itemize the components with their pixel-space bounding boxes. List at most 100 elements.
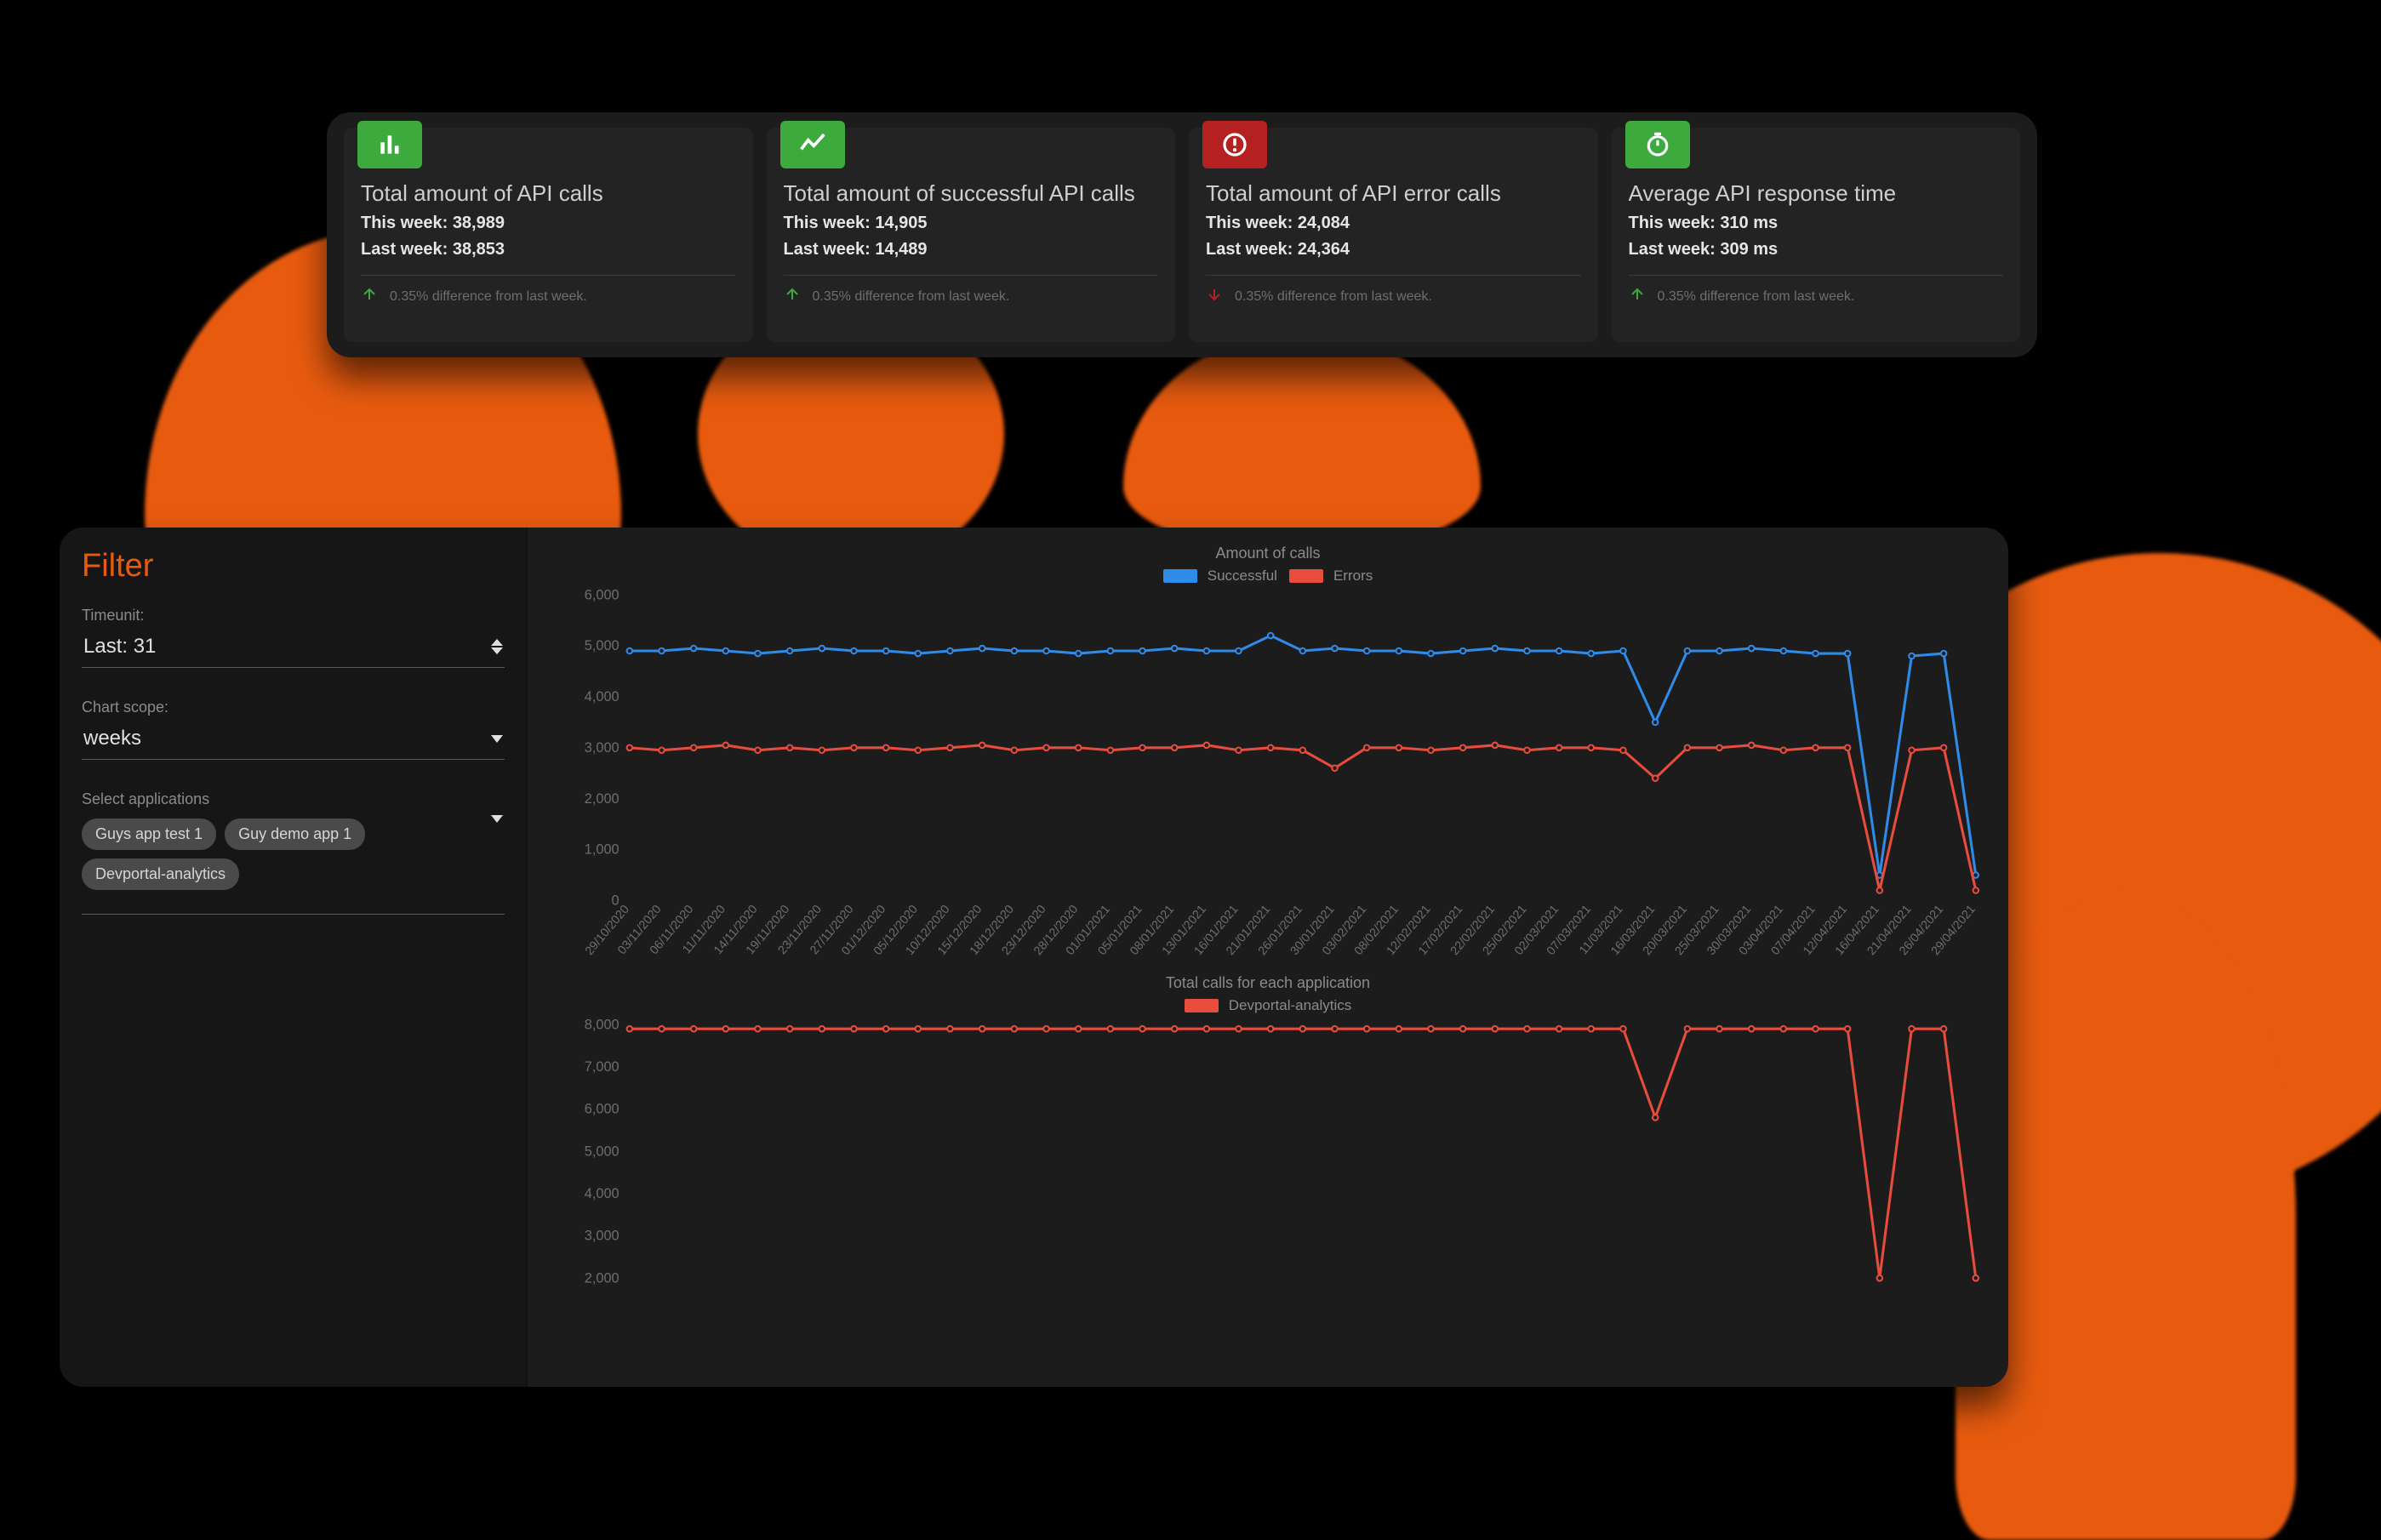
data-point <box>755 1026 761 1032</box>
timer-icon <box>1625 121 1690 168</box>
data-point <box>1012 648 1018 654</box>
data-point <box>787 745 793 751</box>
data-point <box>916 651 922 657</box>
svg-text:5,000: 5,000 <box>585 638 620 653</box>
data-point <box>1845 651 1851 657</box>
data-point <box>1428 747 1434 753</box>
data-point <box>979 646 985 652</box>
stat-last-week: Last week: 38,853 <box>361 240 736 260</box>
timeunit-input[interactable]: Last: 31 <box>82 630 505 668</box>
series-line <box>630 745 1976 891</box>
scope-select[interactable]: weeks <box>82 722 505 760</box>
legend-item[interactable]: Successful <box>1163 568 1277 585</box>
data-point <box>1589 745 1595 751</box>
data-point <box>1845 745 1851 751</box>
data-point <box>1685 648 1691 654</box>
data-point <box>1300 1026 1306 1032</box>
data-point <box>851 745 857 751</box>
legend-label: Devportal-analytics <box>1229 997 1352 1014</box>
data-point <box>659 747 665 753</box>
data-point <box>691 1026 697 1032</box>
data-point <box>1139 1026 1145 1032</box>
data-point <box>1460 648 1466 654</box>
stat-diff-text: 0.35% difference from last week. <box>1235 289 1432 305</box>
data-point <box>1172 1026 1178 1032</box>
data-point <box>1236 648 1242 654</box>
svg-text:5,000: 5,000 <box>585 1144 620 1159</box>
data-point <box>1620 1026 1626 1032</box>
data-point <box>1620 648 1626 654</box>
number-stepper-icon[interactable] <box>491 639 503 654</box>
stat-diff: 0.35% difference from last week. <box>1206 286 1581 307</box>
app-chip[interactable]: Guys app test 1 <box>82 818 216 850</box>
divider <box>1629 275 2004 276</box>
data-point <box>1043 745 1049 751</box>
legend-item[interactable]: Errors <box>1289 568 1373 585</box>
data-point <box>1396 1026 1402 1032</box>
stat-title: Total amount of successful API calls <box>784 180 1159 207</box>
app-chip[interactable]: Guy demo app 1 <box>225 818 365 850</box>
data-point <box>1909 1026 1915 1032</box>
alert-icon <box>1202 121 1267 168</box>
data-point <box>1428 1026 1434 1032</box>
stat-card: Total amount of API error callsThis week… <box>1189 128 1598 342</box>
svg-text:2,000: 2,000 <box>585 1270 620 1286</box>
legend-label: Errors <box>1333 568 1373 585</box>
legend-item[interactable]: Devportal-analytics <box>1185 997 1352 1014</box>
data-point <box>1108 747 1114 753</box>
apps-select[interactable]: Guys app test 1 Guy demo app 1 Devportal-a… <box>82 813 505 915</box>
filter-panel: Filter Timeunit: Last: 31 Chart scope: w… <box>60 528 528 1387</box>
data-point <box>1396 648 1402 654</box>
data-point <box>1524 747 1530 753</box>
data-point <box>1941 745 1947 751</box>
data-point <box>883 745 889 751</box>
data-point <box>1493 743 1499 749</box>
bar-chart-icon <box>357 121 422 168</box>
svg-text:4,000: 4,000 <box>585 689 620 704</box>
data-point <box>691 745 697 751</box>
data-point <box>1653 775 1659 781</box>
stat-last-week: Last week: 14,489 <box>784 240 1159 260</box>
data-point <box>755 747 761 753</box>
data-point <box>1588 1026 1594 1032</box>
data-point <box>947 648 953 654</box>
data-point <box>1653 720 1659 726</box>
app-chip[interactable]: Devportal-analytics <box>82 858 239 890</box>
legend-label: Successful <box>1208 568 1277 585</box>
data-point <box>1941 1026 1947 1032</box>
data-point <box>1556 745 1562 751</box>
data-point <box>851 648 857 654</box>
data-point <box>723 743 729 749</box>
data-point <box>1556 1026 1562 1032</box>
data-point <box>1973 887 1979 893</box>
total-calls-per-app-chart: Total calls for each applicationDevporta… <box>551 974 1984 1378</box>
data-point <box>851 1026 857 1032</box>
divider <box>784 275 1159 276</box>
data-point <box>1204 1026 1210 1032</box>
data-point <box>1781 1026 1787 1032</box>
svg-text:7,000: 7,000 <box>585 1059 620 1075</box>
data-point <box>1941 651 1947 657</box>
chevron-down-icon <box>491 735 503 743</box>
stats-row: Total amount of API callsThis week: 38,9… <box>327 112 2037 357</box>
data-point <box>1781 648 1787 654</box>
data-point <box>979 1026 985 1032</box>
data-point <box>819 1026 825 1032</box>
data-point <box>1300 648 1306 654</box>
stat-diff: 0.35% difference from last week. <box>361 286 736 307</box>
chart-title: Amount of calls <box>551 545 1984 562</box>
data-point <box>1749 1026 1755 1032</box>
series-line <box>630 1029 1976 1278</box>
data-point <box>1877 1275 1883 1281</box>
svg-text:4,000: 4,000 <box>585 1186 620 1201</box>
data-point <box>1973 1275 1979 1281</box>
stat-diff-text: 0.35% difference from last week. <box>1658 289 1855 305</box>
data-point <box>1781 747 1787 753</box>
data-point <box>1556 648 1562 654</box>
chart-svg: 01,0002,0003,0004,0005,0006,00029/10/202… <box>551 588 1984 961</box>
data-point <box>1813 745 1819 751</box>
data-point <box>787 648 793 654</box>
data-point <box>1716 745 1722 751</box>
stat-title: Total amount of API error calls <box>1206 180 1581 207</box>
arrow-up-icon <box>1629 286 1646 307</box>
